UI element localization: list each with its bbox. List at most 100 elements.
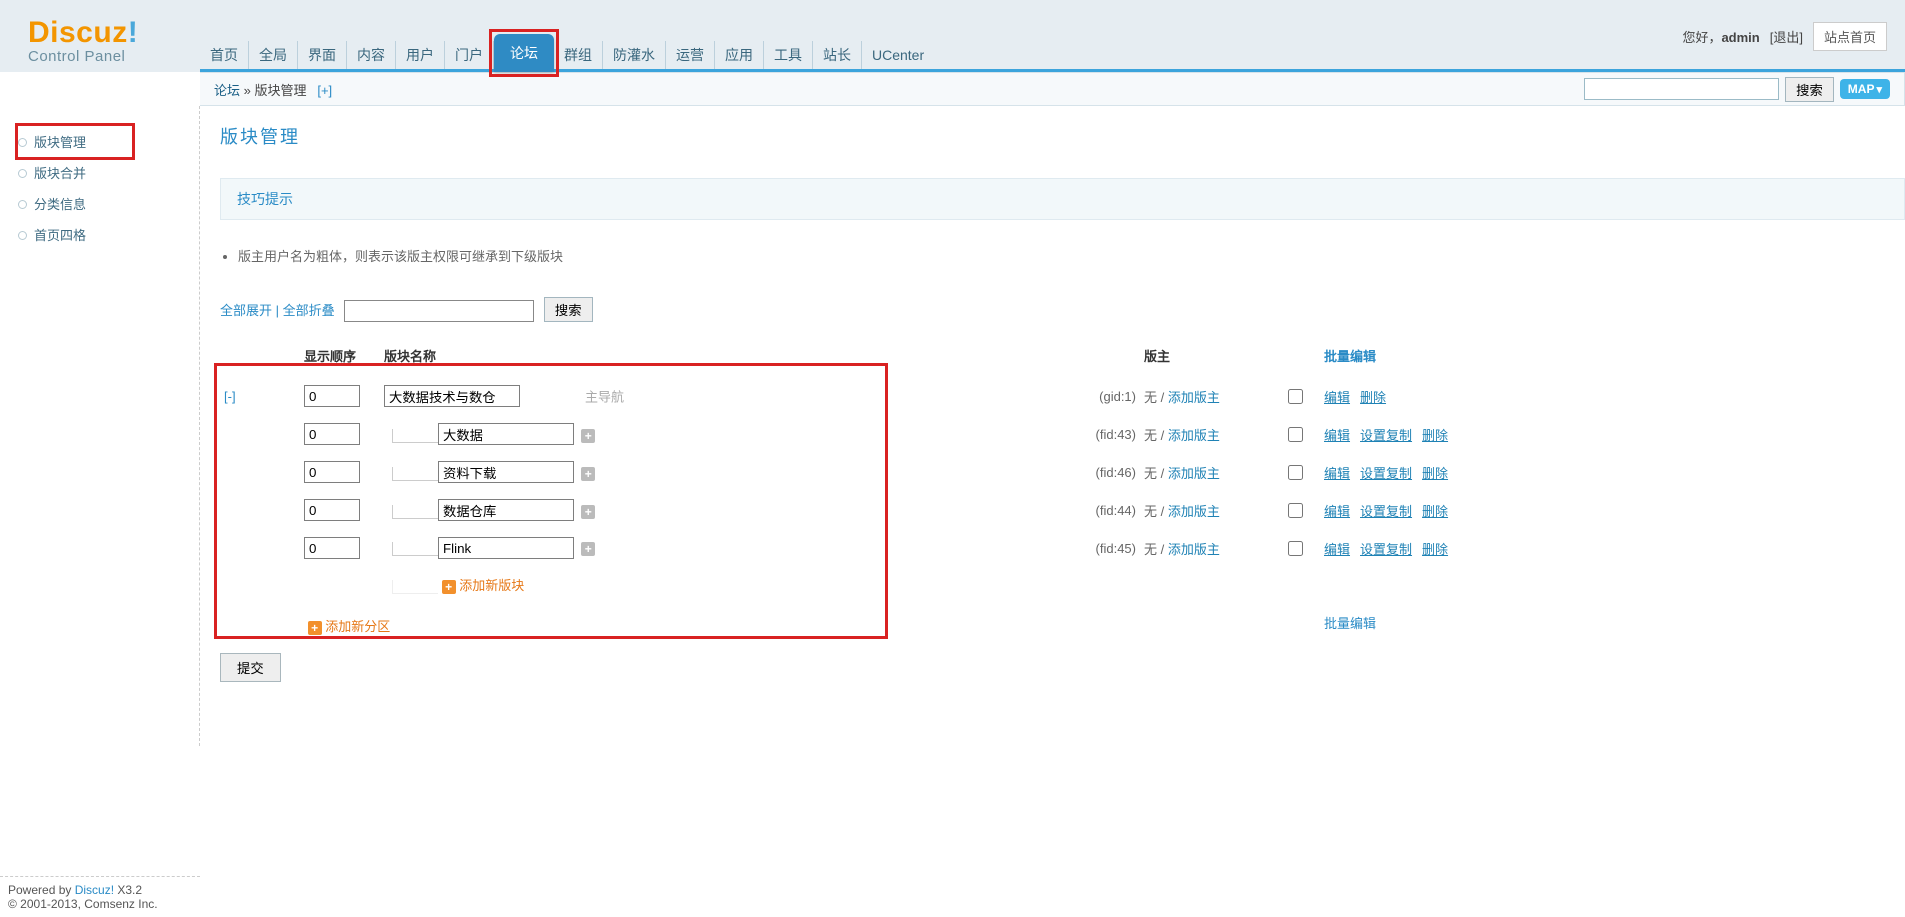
- nav-forum[interactable]: 论坛: [494, 34, 554, 72]
- add-subforum-icon[interactable]: +: [581, 542, 595, 556]
- nav-home[interactable]: 首页: [200, 41, 249, 69]
- nav-ucenter[interactable]: UCenter: [862, 41, 934, 69]
- forum-order-input[interactable]: [304, 499, 360, 521]
- col-batch[interactable]: 批量编辑: [1324, 349, 1376, 364]
- forum-id: (fid:45): [760, 529, 1140, 567]
- sidebar-item-category-info[interactable]: 分类信息: [18, 188, 199, 219]
- forum-copy[interactable]: 设置复制: [1360, 428, 1412, 443]
- current-user: admin: [1721, 30, 1759, 45]
- plus-icon[interactable]: +: [442, 580, 456, 594]
- group-mainnav-label: 主导航: [585, 390, 624, 405]
- forum-order-input[interactable]: [304, 537, 360, 559]
- expand-all[interactable]: 全部展开: [220, 303, 272, 318]
- forum-add-moderator[interactable]: 添加版主: [1168, 504, 1220, 519]
- nav-content[interactable]: 内容: [347, 41, 396, 69]
- forum-edit[interactable]: 编辑: [1324, 504, 1350, 519]
- forum-delete[interactable]: 删除: [1422, 428, 1448, 443]
- nav-portal[interactable]: 门户: [445, 41, 494, 69]
- submit-button[interactable]: 提交: [220, 653, 281, 682]
- forum-copy[interactable]: 设置复制: [1360, 504, 1412, 519]
- forum-copy[interactable]: 设置复制: [1360, 542, 1412, 557]
- forum-add-moderator[interactable]: 添加版主: [1168, 466, 1220, 481]
- forum-edit[interactable]: 编辑: [1324, 542, 1350, 557]
- forum-select-checkbox[interactable]: [1288, 541, 1303, 556]
- forum-delete[interactable]: 删除: [1422, 504, 1448, 519]
- forum-edit[interactable]: 编辑: [1324, 466, 1350, 481]
- chevron-down-icon: ▾: [1876, 83, 1882, 96]
- footer-copyright: © 2001-2013, Comsenz Inc.: [8, 897, 158, 911]
- nav-ops[interactable]: 运营: [666, 41, 715, 69]
- col-mod: 版主: [1140, 340, 1280, 377]
- logout-link[interactable]: [退出]: [1770, 27, 1803, 46]
- batch-edit-bottom[interactable]: 批量编辑: [1324, 616, 1376, 631]
- group-edit[interactable]: 编辑: [1324, 390, 1350, 405]
- forum-id: (fid:44): [760, 491, 1140, 529]
- global-search-input[interactable]: [1584, 78, 1779, 100]
- forum-delete[interactable]: 删除: [1422, 466, 1448, 481]
- forum-id: (fid:46): [760, 453, 1140, 491]
- sidebar-item-home-grid[interactable]: 首页四格: [18, 219, 199, 250]
- forum-add-moderator[interactable]: 添加版主: [1168, 542, 1220, 557]
- group-add-moderator[interactable]: 添加版主: [1168, 390, 1220, 405]
- group-collapse-toggle[interactable]: [-]: [224, 389, 236, 404]
- forum-select-checkbox[interactable]: [1288, 503, 1303, 518]
- forum-delete[interactable]: 删除: [1422, 542, 1448, 557]
- add-subforum-icon[interactable]: +: [581, 429, 595, 443]
- sidebar-item-forum-merge[interactable]: 版块合并: [18, 157, 199, 188]
- forum-select-checkbox[interactable]: [1288, 427, 1303, 442]
- forum-add-moderator[interactable]: 添加版主: [1168, 428, 1220, 443]
- forum-name-input[interactable]: [438, 537, 574, 559]
- tree-line-icon: [392, 429, 438, 443]
- tip-header: 技巧提示: [220, 178, 1905, 220]
- add-forum-link[interactable]: 添加新版块: [459, 578, 524, 593]
- forum-name-input[interactable]: [438, 423, 574, 445]
- sidebar-item-forum-manage[interactable]: 版块管理: [15, 123, 135, 160]
- crumb-current: 版块管理: [254, 83, 306, 98]
- forum-edit[interactable]: 编辑: [1324, 428, 1350, 443]
- tree-line-icon: [392, 580, 438, 594]
- global-search-button[interactable]: 搜索: [1785, 77, 1834, 102]
- nav-antispam[interactable]: 防灌水: [603, 41, 666, 69]
- crumb-add[interactable]: [+]: [317, 83, 332, 98]
- nav-tools[interactable]: 工具: [764, 41, 813, 69]
- map-button[interactable]: MAP▾: [1840, 79, 1890, 99]
- forum-name-input[interactable]: [438, 499, 574, 521]
- forum-copy[interactable]: 设置复制: [1360, 466, 1412, 481]
- forum-order-input[interactable]: [304, 423, 360, 445]
- forum-name-input[interactable]: [438, 461, 574, 483]
- tree-line-icon: [392, 542, 438, 556]
- group-order-input[interactable]: [304, 385, 360, 407]
- nav-ui[interactable]: 界面: [298, 41, 347, 69]
- group-name-input[interactable]: [384, 385, 520, 407]
- crumb-root[interactable]: 论坛: [214, 83, 240, 98]
- add-subforum-icon[interactable]: +: [581, 467, 595, 481]
- collapse-all[interactable]: 全部折叠: [283, 303, 335, 318]
- nav-apps[interactable]: 应用: [715, 41, 764, 69]
- col-name: 版块名称: [380, 340, 760, 377]
- breadcrumb: 论坛 » 版块管理 [+]: [214, 80, 332, 99]
- forum-order-input[interactable]: [304, 461, 360, 483]
- forum-select-checkbox[interactable]: [1288, 465, 1303, 480]
- nav-global[interactable]: 全局: [249, 41, 298, 69]
- logo-text: Discuz: [28, 16, 128, 49]
- site-home-button[interactable]: 站点首页: [1813, 22, 1887, 51]
- tree-line-icon: [392, 467, 438, 481]
- tip-item: 版主用户名为粗体，则表示该版主权限可继承到下级版块: [238, 242, 1905, 269]
- page-title: 版块管理: [220, 126, 1905, 148]
- logo-subtitle: Control Panel: [28, 48, 200, 66]
- footer-discuz-link[interactable]: Discuz!: [75, 883, 114, 897]
- tree-line-icon: [392, 505, 438, 519]
- col-order: 显示顺序: [300, 340, 380, 377]
- forum-filter-button[interactable]: 搜索: [544, 297, 593, 322]
- plus-icon[interactable]: +: [308, 621, 322, 635]
- logo-excl: !: [128, 16, 139, 49]
- logo: Discuz! Control Panel: [0, 18, 200, 72]
- add-subforum-icon[interactable]: +: [581, 505, 595, 519]
- group-select-checkbox[interactable]: [1288, 389, 1303, 404]
- group-delete[interactable]: 删除: [1360, 390, 1386, 405]
- forum-filter-input[interactable]: [344, 300, 534, 322]
- nav-founder[interactable]: 站长: [813, 41, 862, 69]
- add-group-link[interactable]: 添加新分区: [325, 619, 390, 634]
- nav-users[interactable]: 用户: [396, 41, 445, 69]
- nav-group[interactable]: 群组: [554, 41, 603, 69]
